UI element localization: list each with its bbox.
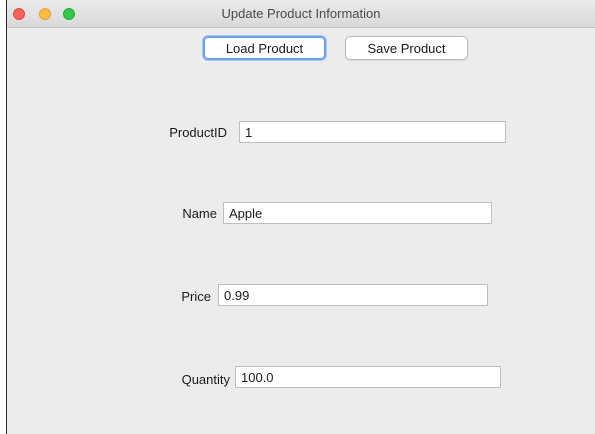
app-window: Update Product Information Load Product … xyxy=(6,0,595,434)
title-bar: Update Product Information xyxy=(7,0,595,28)
product-id-label: ProductID xyxy=(169,125,227,140)
window-title: Update Product Information xyxy=(221,6,381,21)
quantity-label: Quantity xyxy=(181,372,230,387)
product-id-input[interactable] xyxy=(239,121,506,143)
name-input[interactable] xyxy=(223,202,492,224)
price-label: Price xyxy=(181,289,211,304)
load-product-button[interactable]: Load Product xyxy=(203,36,326,60)
quantity-input[interactable] xyxy=(235,366,501,388)
name-label: Name xyxy=(182,206,217,221)
price-input[interactable] xyxy=(218,284,488,306)
save-product-button[interactable]: Save Product xyxy=(345,36,468,60)
